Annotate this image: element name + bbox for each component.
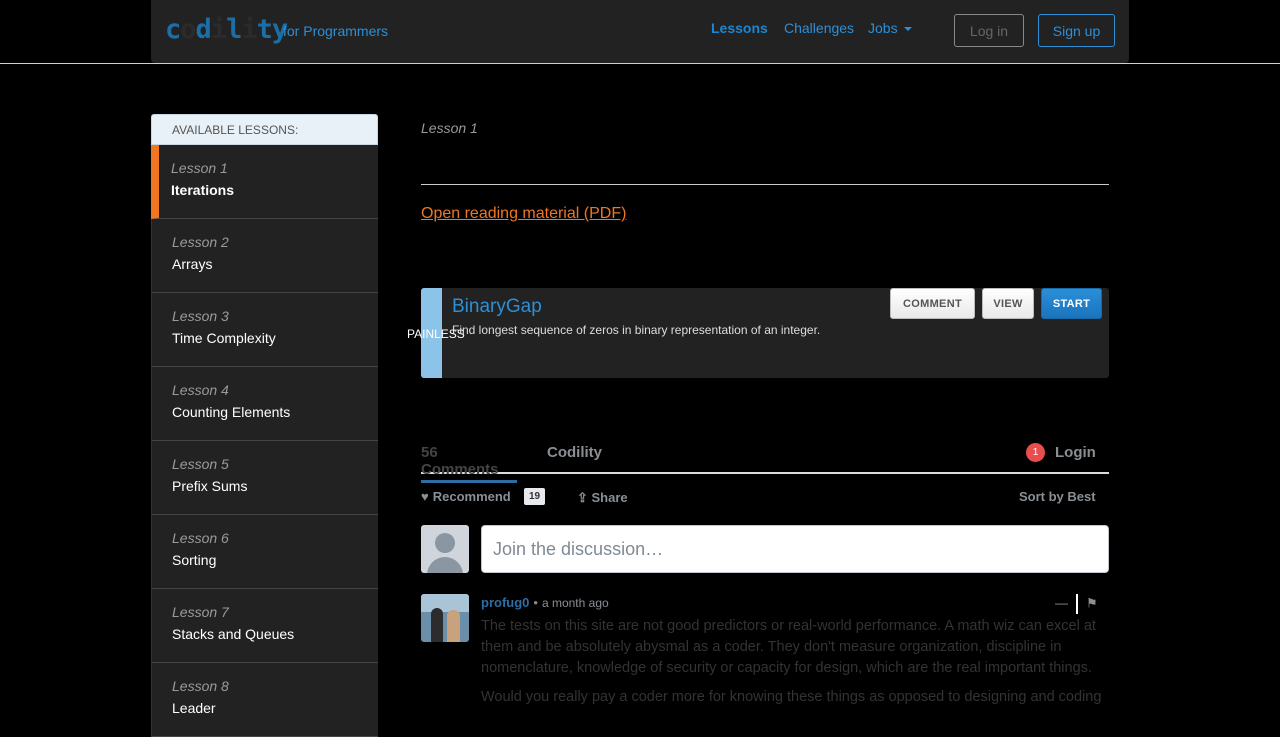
lesson-label: Lesson 1 — [421, 120, 478, 136]
sidebar-item-lesson-2[interactable]: Lesson 2 Arrays — [151, 219, 378, 293]
share-icon: ⇪ — [577, 490, 592, 505]
logo-letter: o — [180, 14, 196, 45]
recommend-button[interactable]: ♥ Recommend — [421, 489, 511, 504]
lesson-number: Lesson 8 — [172, 678, 229, 694]
reading-material-link[interactable]: Open reading material (PDF) — [421, 205, 626, 223]
collapse-icon[interactable]: — — [1055, 595, 1068, 610]
logo-letter: c — [165, 14, 181, 45]
comments-actions: ♥ Recommend 19 ⇪ Share Sort by Best — [421, 474, 1109, 524]
lesson-number: Lesson 1 — [171, 160, 228, 176]
sidebar-item-lesson-7[interactable]: Lesson 7 Stacks and Queues — [151, 589, 378, 663]
logo-letter: d — [195, 14, 212, 45]
avatar[interactable] — [421, 594, 469, 642]
sidebar-item-lesson-3[interactable]: Lesson 3 Time Complexity — [151, 293, 378, 367]
comment-composer: Join the discussion… — [421, 524, 1109, 594]
lesson-number: Lesson 3 — [172, 308, 229, 324]
task-title[interactable]: BinaryGap — [452, 296, 542, 318]
separator-dot: • — [533, 595, 538, 610]
comment-tools: — ⚑ — [1055, 594, 1098, 614]
sidebar-item-lesson-1[interactable]: Lesson 1 Iterations — [151, 145, 378, 219]
lesson-name: Stacks and Queues — [172, 626, 295, 642]
lesson-name: Sorting — [172, 552, 217, 568]
logo-letter: t — [256, 14, 273, 45]
recommend-count: 19 — [524, 488, 546, 505]
lesson-name: Iterations — [171, 182, 235, 198]
anonymous-avatar — [421, 525, 469, 573]
chevron-down-icon — [903, 27, 912, 32]
disqus-login-button[interactable]: Login — [1055, 444, 1096, 461]
comment-button[interactable]: COMMENT — [890, 288, 975, 319]
lesson-name: Arrays — [172, 256, 213, 272]
nav-lessons[interactable]: Lessons — [711, 20, 768, 36]
task-description: Find longest sequence of zeros in binary… — [452, 323, 821, 337]
logo-letter: l — [226, 14, 242, 45]
share-label: Share — [591, 490, 628, 505]
sidebar-item-lesson-4[interactable]: Lesson 4 Counting Elements — [151, 367, 378, 441]
lessons-sidebar: AVAILABLE LESSONS: Lesson 1 Iterations L… — [151, 114, 378, 737]
logo-letter: i — [241, 14, 257, 45]
comment-author[interactable]: profug0 — [481, 595, 529, 610]
discussion-input[interactable]: Join the discussion… — [481, 525, 1109, 573]
nav-challenges[interactable]: Challenges — [784, 20, 854, 36]
lesson-name: Time Complexity — [172, 330, 276, 346]
comment-time[interactable]: a month ago — [542, 596, 609, 610]
nav-jobs-label: Jobs — [868, 20, 898, 36]
notification-badge[interactable]: 1 — [1026, 443, 1045, 462]
sidebar-item-lesson-6[interactable]: Lesson 6 Sorting — [151, 515, 378, 589]
lesson-number: Lesson 4 — [172, 382, 229, 398]
sort-dropdown[interactable]: Sort by Best — [1019, 489, 1096, 504]
lesson-number: Lesson 5 — [172, 456, 229, 472]
comments-tabs: 56 Comments Codility 1 Login — [421, 436, 1109, 483]
flag-icon[interactable]: ⚑ — [1086, 595, 1098, 610]
comment-meta: profug0 • a month ago — [481, 595, 609, 610]
comment-paragraph: Would you really pay a coder more for kn… — [481, 689, 1102, 705]
heart-icon: ♥ — [421, 489, 429, 504]
logo-letter: i — [210, 14, 227, 45]
lesson-name: Prefix Sums — [172, 478, 248, 494]
share-button[interactable]: ⇪ Share — [577, 490, 628, 506]
task-card: PAINLESS BinaryGap Find longest sequence… — [407, 288, 1109, 378]
divider — [421, 184, 1109, 185]
lesson-number: Lesson 6 — [172, 530, 229, 546]
comments-section: 56 Comments Codility 1 Login ♥ Recommend … — [421, 436, 1109, 705]
tab-codility[interactable]: Codility — [547, 444, 602, 461]
nav-jobs[interactable]: Jobs — [868, 20, 912, 36]
login-button[interactable]: Log in — [954, 14, 1024, 47]
lesson-name: Leader — [172, 700, 216, 716]
sidebar-item-lesson-5[interactable]: Lesson 5 Prefix Sums — [151, 441, 378, 515]
divider — [1076, 594, 1078, 614]
lesson-name: Counting Elements — [172, 404, 291, 420]
start-button[interactable]: START — [1041, 288, 1102, 319]
view-button[interactable]: VIEW — [982, 288, 1034, 319]
logo-tagline[interactable]: for Programmers — [283, 23, 388, 39]
sidebar-item-lesson-8[interactable]: Lesson 8 Leader — [151, 663, 378, 737]
recommend-label: Recommend — [432, 489, 511, 504]
codility-logo[interactable]: codility — [165, 14, 288, 45]
top-navbar: codility for Programmers Lessons Challen… — [0, 0, 1280, 64]
lesson-number: Lesson 7 — [172, 604, 229, 620]
comment-paragraph: The tests on this site are not good pred… — [481, 618, 1096, 676]
comment-body: The tests on this site are not good pred… — [481, 616, 1109, 716]
lesson-number: Lesson 2 — [172, 234, 229, 250]
signup-button[interactable]: Sign up — [1038, 14, 1115, 47]
navbar-container: codility for Programmers Lessons Challen… — [151, 0, 1129, 63]
sidebar-heading: AVAILABLE LESSONS: — [151, 114, 378, 145]
